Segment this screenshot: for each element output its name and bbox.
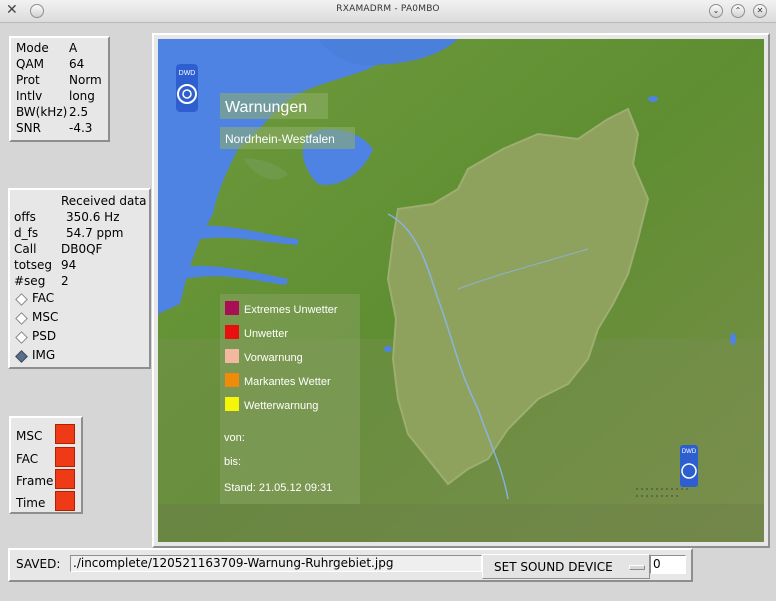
- legend-swatch-extreme: [225, 301, 239, 315]
- indicator-label: Frame: [16, 474, 54, 488]
- msc-indicator: [55, 424, 75, 444]
- received-value: 54.7 ppm: [66, 226, 124, 240]
- received-label: #seg: [14, 274, 46, 288]
- legend-panel: [220, 294, 360, 504]
- legend-label: Markantes Wetter: [244, 376, 331, 388]
- weather-warning-map: DWD Warnungen Nordrhein-Westfalen Extrem…: [158, 39, 764, 542]
- radio-label-psd[interactable]: PSD: [32, 328, 56, 344]
- legend-swatch-unwetter: [225, 325, 239, 339]
- set-sound-device-button[interactable]: SET SOUND DEVICE: [482, 554, 650, 579]
- close-icon[interactable]: ✕: [753, 4, 767, 18]
- radio-img[interactable]: [15, 350, 28, 363]
- indicator-label: Time: [16, 496, 46, 510]
- received-value: 94: [61, 258, 77, 272]
- set-sound-device-label: SET SOUND DEVICE: [494, 560, 613, 574]
- sync-indicators-panel: MSC FAC Frame Time: [9, 416, 83, 514]
- received-value: 350.6 Hz: [66, 210, 120, 224]
- dwd-logo: DWD: [176, 64, 198, 112]
- dwd-logo-small-text: DWD: [682, 449, 697, 455]
- legend-label: Extremes Unwetter: [244, 304, 338, 316]
- sound-device-input[interactable]: 0: [650, 555, 686, 574]
- minimize-icon[interactable]: ⌄: [709, 4, 723, 18]
- legend-label: Wetterwarnung: [244, 400, 318, 412]
- frame-indicator: [55, 469, 75, 489]
- saved-label: SAVED:: [16, 557, 61, 571]
- window-title: RXAMADRM - PA0MBO: [336, 4, 440, 14]
- status-value: 64: [69, 57, 85, 71]
- legend-label: Vorwarnung: [244, 352, 303, 364]
- from-label: von:: [224, 432, 245, 444]
- status-label: Mode: [16, 41, 49, 55]
- received-image-frame: DWD Warnungen Nordrhein-Westfalen Extrem…: [152, 33, 770, 548]
- status-value: -4.3: [69, 121, 93, 135]
- radio-fac[interactable]: [15, 293, 28, 306]
- status-label: SNR: [16, 121, 41, 135]
- status-value: 2.5: [69, 105, 89, 119]
- dwd-logo-text: DWD: [179, 70, 196, 77]
- saved-path-field[interactable]: ./incomplete/120521163709-Warnung-Ruhrge…: [70, 555, 482, 572]
- status-value: long: [69, 89, 95, 103]
- map-title: Warnungen: [225, 99, 307, 116]
- legend-swatch-markant: [225, 373, 239, 387]
- status-value: A: [69, 41, 78, 55]
- fac-indicator: [55, 447, 75, 467]
- legend-swatch-vorwarnung: [225, 349, 239, 363]
- radio-psd[interactable]: [15, 331, 28, 344]
- legend-label: Unwetter: [244, 328, 288, 340]
- radio-label-msc[interactable]: MSC: [32, 309, 58, 325]
- received-label: Call: [14, 242, 37, 256]
- received-label: d_fs: [14, 226, 39, 240]
- radio-msc[interactable]: [15, 312, 28, 325]
- to-label: bis:: [224, 456, 241, 468]
- indicator-label: MSC: [16, 429, 43, 443]
- indicator-label: FAC: [16, 452, 39, 466]
- radio-label-fac[interactable]: FAC: [32, 290, 54, 306]
- dwd-logo-small: DWD: [680, 445, 698, 487]
- bottom-bar: SAVED: ./incomplete/120521163709-Warnung…: [8, 548, 693, 582]
- received-label: totseg: [14, 258, 53, 272]
- option-menu-indicator-icon: [629, 565, 645, 570]
- status-value: Norm: [69, 73, 102, 87]
- legend-swatch-wetterwarnung: [225, 397, 239, 411]
- received-data-panel: Received data offs 350.6 Hz d_fs 54.7 pp…: [8, 188, 151, 369]
- maximize-icon[interactable]: ⌃: [731, 4, 745, 18]
- status-label: BW(kHz): [16, 105, 68, 119]
- status-label: Intlv: [16, 89, 43, 103]
- time-indicator: [55, 491, 75, 511]
- signal-status-panel: Mode A QAM 64 Prot Norm Intlv long BW(kH…: [9, 36, 110, 142]
- received-value: DB0QF: [61, 242, 103, 256]
- status-label: QAM: [16, 57, 45, 71]
- received-value: 2: [61, 274, 69, 288]
- received-image: DWD Warnungen Nordrhein-Westfalen Extrem…: [158, 39, 764, 542]
- radio-label-img[interactable]: IMG: [32, 347, 55, 363]
- title-bar: ✕ RXAMADRM - PA0MBO ⌄ ⌃ ✕: [0, 0, 776, 23]
- map-region: Nordrhein-Westfalen: [225, 132, 335, 146]
- received-heading: Received data: [61, 194, 147, 208]
- stand-label: Stand: 21.05.12 09:31: [224, 482, 332, 494]
- received-label: offs: [14, 210, 36, 224]
- status-label: Prot: [16, 73, 40, 87]
